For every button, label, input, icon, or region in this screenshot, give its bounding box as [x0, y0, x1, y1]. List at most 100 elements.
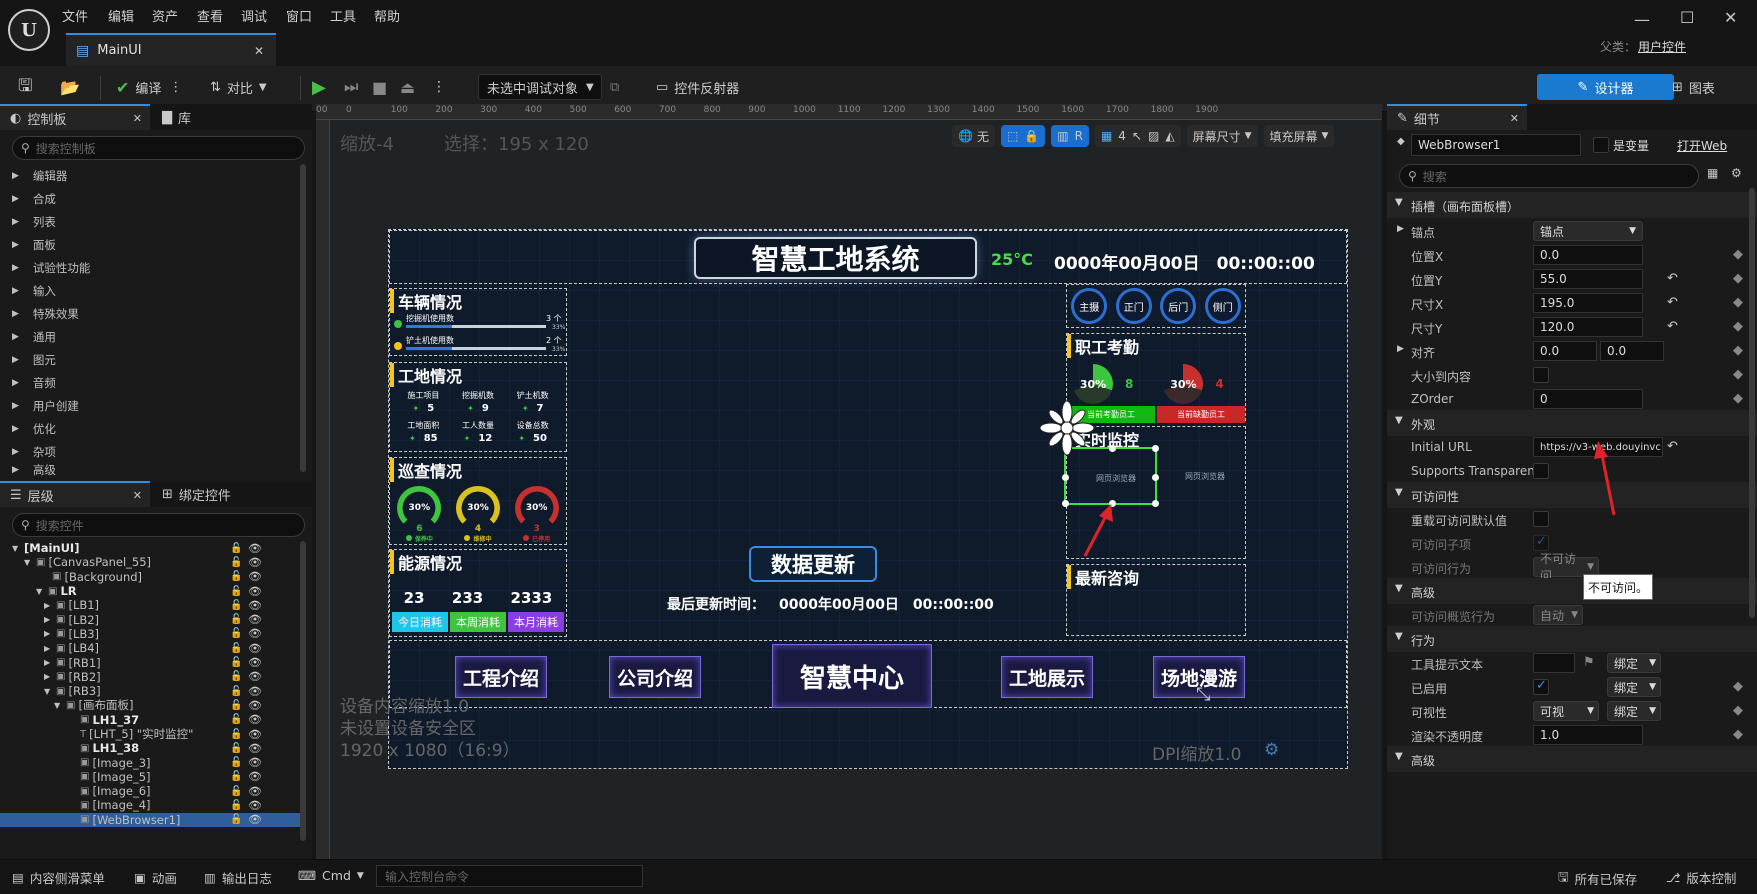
console-command-input[interactable]: 输入控制台命令	[376, 865, 643, 887]
visibility-eye-icon[interactable]: 👁	[248, 756, 262, 769]
dpi-settings-icon[interactable]: ⚙	[1264, 740, 1279, 760]
hierarchy-row[interactable]: ▼ ▣ [RB3] 🔓 👁	[0, 684, 300, 698]
palette-category[interactable]: ▶ 特殊效果	[0, 302, 300, 325]
lock-icon[interactable]: 🔓	[230, 571, 242, 582]
tab-bind-widgets[interactable]: ⊞ 绑定控件	[150, 485, 231, 504]
lock-icon[interactable]: 🔓	[230, 557, 242, 568]
palette-category[interactable]: ▶ 试验性功能	[0, 256, 300, 279]
tab-palette[interactable]: ◐ 控制板 ✕	[0, 104, 150, 130]
bind-dropdown[interactable]: 绑定 ▼	[1607, 653, 1661, 673]
lock-icon[interactable]: 🔓	[230, 628, 242, 639]
palette-scrollbar[interactable]	[300, 164, 306, 472]
hierarchy-row[interactable]: ▶ ▣ [LB4] 🔓 👁	[0, 641, 300, 655]
lock-icon[interactable]: 🔓	[230, 786, 242, 797]
visibility-eye-icon[interactable]: 👁	[248, 728, 262, 741]
size-to-content-checkbox[interactable]	[1533, 367, 1549, 383]
palette-category[interactable]: ▶ 杂项	[0, 440, 300, 463]
details-search-input[interactable]: ⚲ 搜索	[1399, 164, 1699, 188]
play-icon[interactable]: ▶	[312, 74, 326, 100]
chevron-right-icon[interactable]: ▶	[44, 629, 56, 638]
eject-icon[interactable]: ⏏	[400, 74, 415, 100]
hierarchy-row[interactable]: ▼ [MainUI] 🔓 👁	[0, 541, 300, 555]
visibility-eye-icon[interactable]: 👁	[248, 613, 262, 626]
lock-icon[interactable]: 🔓	[230, 700, 242, 711]
visibility-eye-icon[interactable]: 👁	[248, 570, 262, 583]
resize-handle[interactable]	[1062, 474, 1069, 481]
visibility-eye-icon[interactable]: 👁	[248, 670, 262, 683]
lock-icon[interactable]: 🔓	[230, 814, 242, 825]
visibility-eye-icon[interactable]: 👁	[248, 556, 262, 569]
menu-tools[interactable]: 工具	[330, 6, 356, 25]
parent-class-link[interactable]: 用户控件	[1638, 38, 1686, 55]
tab-details[interactable]: ✎ 细节 ✕	[1387, 104, 1527, 130]
visibility-eye-icon[interactable]: 👁	[248, 813, 262, 826]
hierarchy-row[interactable]: ▣ [Image_4] 🔓 👁	[0, 798, 300, 812]
lock-icon[interactable]: 🔓	[230, 714, 242, 725]
tooltip-text-field[interactable]	[1533, 653, 1575, 673]
override-access-checkbox[interactable]	[1533, 511, 1549, 527]
output-log-button[interactable]: ▥ 输出日志	[204, 868, 272, 887]
table-view-icon[interactable]: ▦	[1707, 166, 1718, 180]
hierarchy-row[interactable]: ▶ ▣ [RB2] 🔓 👁	[0, 670, 300, 684]
advanced-section[interactable]: ▼ 高级	[1387, 578, 1757, 604]
keyframe-icon[interactable]: ◆	[1733, 727, 1743, 742]
web-browser-2[interactable]: 网页浏览器	[1185, 471, 1225, 482]
source-control-button[interactable]: ⎇ 版本控制	[1666, 868, 1736, 887]
hierarchy-search-input[interactable]: ⚲ 搜索控件	[12, 513, 305, 537]
designer-viewport[interactable]: 00 0 100 200 300 400 500 600 700 800 900 1000 1100 12…	[316, 104, 1382, 859]
keyframe-icon[interactable]: ◆	[1733, 319, 1743, 334]
debug-filter-icon[interactable]: ⧉	[610, 74, 619, 100]
selection-lock-toggle[interactable]: ⬚ 🔒	[1000, 125, 1046, 147]
resize-handle[interactable]	[1062, 500, 1069, 507]
anchor-dropdown[interactable]: 锚点 ▼	[1533, 221, 1643, 241]
palette-category[interactable]: ▶ 列表	[0, 210, 300, 233]
palette-category[interactable]: ▶ 合成	[0, 187, 300, 210]
menu-view[interactable]: 查看	[197, 6, 223, 25]
nav-site-display[interactable]: 工地展示	[1001, 656, 1093, 698]
hierarchy-row[interactable]: ▣ [Image_5] 🔓 👁	[0, 770, 300, 784]
slot-section[interactable]: ▼ 插槽（画布面板槽）	[1387, 192, 1757, 218]
content-drawer-button[interactable]: ▤ 内容侧滑菜单	[12, 868, 105, 887]
palette-category[interactable]: ▶ 音频	[0, 371, 300, 394]
align-x-field[interactable]: 0.0	[1533, 341, 1597, 361]
more-icon[interactable]: ⋮	[432, 74, 446, 100]
anchor-icon[interactable]	[1039, 400, 1095, 456]
visibility-eye-icon[interactable]: 👁	[248, 742, 262, 755]
lock-icon[interactable]: 🔓	[230, 800, 242, 811]
close-window-icon[interactable]: ✕	[1724, 8, 1737, 27]
appearance-section[interactable]: ▼ 外观	[1387, 410, 1757, 436]
stop-icon[interactable]: ■	[372, 74, 387, 100]
access-summary-dropdown[interactable]: 自动 ▼	[1533, 605, 1583, 625]
designer-button[interactable]: ✎ 设计器	[1537, 74, 1674, 100]
screen-size-dropdown[interactable]: 屏幕尺寸 ▼	[1186, 125, 1258, 147]
lock-icon[interactable]: 🔓	[230, 686, 242, 697]
chevron-right-icon[interactable]: ▶	[1397, 344, 1404, 354]
pos-y-field[interactable]: 55.0	[1533, 269, 1643, 289]
palette-category[interactable]: ▶ 高级	[0, 463, 300, 477]
palette-category[interactable]: ▶ 编辑器	[0, 164, 300, 187]
behavior-section[interactable]: ▼ 行为	[1387, 626, 1757, 652]
hierarchy-row[interactable]: ▶ ▣ [LB3] 🔓 👁	[0, 627, 300, 641]
reset-icon[interactable]: ↶	[1667, 271, 1678, 286]
settings-icon[interactable]: ⚙	[1731, 166, 1742, 180]
align-y-field[interactable]: 0.0	[1600, 341, 1664, 361]
menu-help[interactable]: 帮助	[374, 6, 400, 25]
open-web-link[interactable]: 打开Web	[1677, 137, 1727, 154]
hierarchy-row[interactable]: ▣ [Image_6] 🔓 👁	[0, 784, 300, 798]
visibility-eye-icon[interactable]: 👁	[248, 785, 262, 798]
visibility-eye-icon[interactable]: 👁	[248, 713, 262, 726]
lock-icon[interactable]: 🔓	[230, 643, 242, 654]
resize-handle[interactable]	[1152, 445, 1159, 452]
step-icon[interactable]: ⏭	[344, 74, 358, 100]
enabled-checkbox[interactable]	[1533, 678, 1549, 695]
visibility-eye-icon[interactable]: 👁	[248, 642, 262, 655]
visibility-eye-icon[interactable]: 👁	[248, 585, 262, 598]
hierarchy-row[interactable]: ▶ ▣ [RB1] 🔓 👁	[0, 655, 300, 670]
palette-category[interactable]: ▶ 输入	[0, 279, 300, 302]
tab-library[interactable]: ▇ 库	[150, 108, 191, 127]
reset-icon[interactable]: ↶	[1667, 439, 1678, 454]
hierarchy-row[interactable]: ▼ ▣ LR 🔓 👁	[0, 584, 300, 598]
palette-category[interactable]: ▶ 用户创建	[0, 394, 300, 417]
advanced-section-2[interactable]: ▼ 高级	[1387, 746, 1757, 772]
is-variable-checkbox[interactable]	[1593, 137, 1609, 153]
